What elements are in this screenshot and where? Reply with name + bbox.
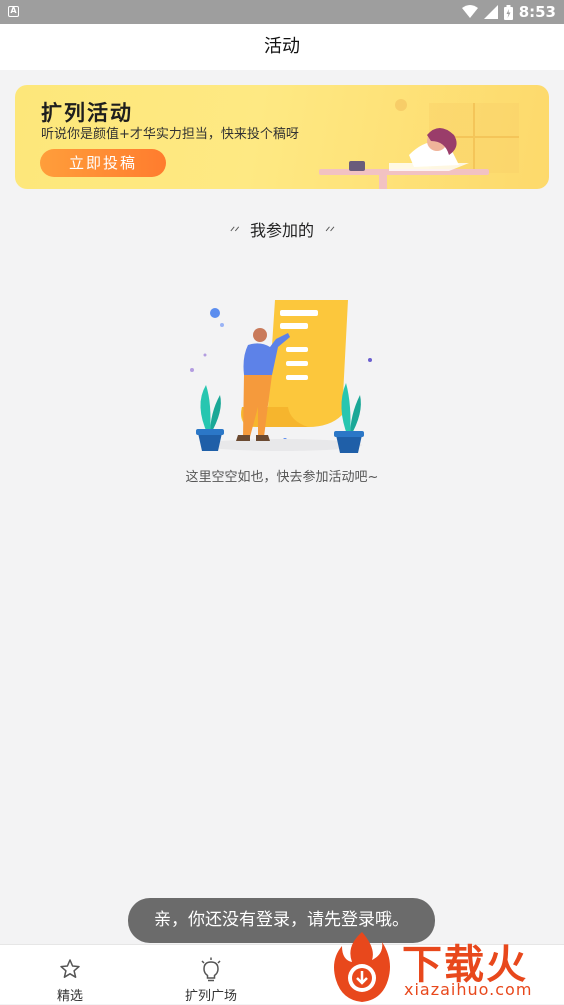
wifi-icon: [461, 5, 478, 18]
section-header: ᐟᐟ 我参加的 ᐟᐟ: [0, 217, 564, 241]
flame-logo-icon: [334, 932, 390, 1002]
empty-state-illustration: [190, 300, 372, 453]
page-title: 活动: [264, 36, 300, 57]
empty-state-message: 这里空空如也，快去参加活动吧~: [185, 470, 379, 485]
submit-button[interactable]: 立即投稿: [40, 149, 166, 177]
title-bar: 活动: [0, 24, 564, 70]
star-icon: [60, 959, 80, 978]
tab-label: 扩列广场: [184, 989, 237, 1004]
status-time: 8:53: [518, 3, 556, 21]
quote-left-icon: ᐟᐟ: [229, 225, 240, 240]
tab-square[interactable]: 扩列广场: [166, 945, 256, 1005]
status-icons: 8:53: [461, 0, 556, 24]
banner-illustration: [319, 99, 519, 189]
tab-featured[interactable]: 精选: [25, 945, 115, 1005]
battery-icon: [503, 4, 513, 20]
tab-label: 精选: [56, 989, 83, 1004]
watermark-url: xiazaihuo.com: [404, 980, 533, 999]
banner-subtitle: 听说你是颜值+才华实力担当，快来投个稿呀: [41, 127, 299, 142]
watermark-logo: 下载火 xiazaihuo.com: [332, 930, 564, 1004]
quote-right-icon: ᐟᐟ: [325, 225, 335, 240]
section-title: 我参加的: [249, 221, 314, 240]
signal-icon: [483, 5, 498, 19]
activity-banner[interactable]: 扩列活动 听说你是颜值+才华实力担当，快来投个稿呀 立即投稿: [15, 85, 549, 189]
notification-icon: A: [8, 6, 19, 17]
status-bar: A 8:53: [0, 0, 564, 24]
lightbulb-icon: [201, 957, 221, 982]
